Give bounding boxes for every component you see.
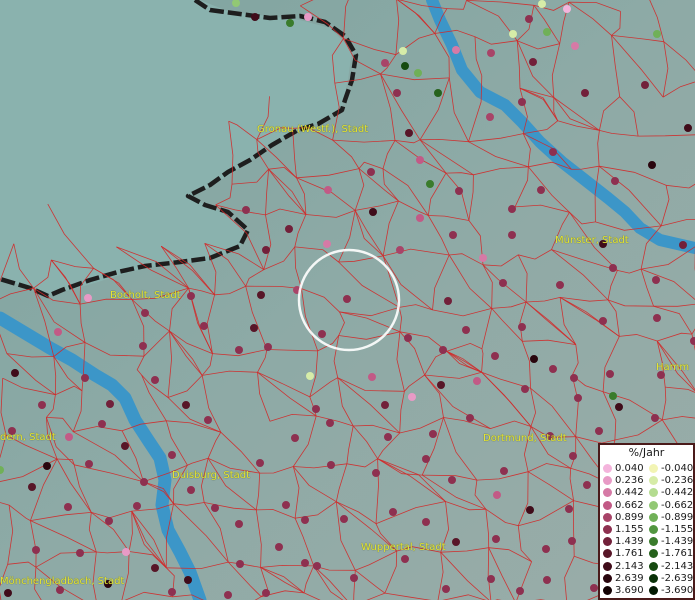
legend-row: 0.442 -0.442	[603, 487, 695, 498]
legend-row: 0.662 -0.662	[603, 500, 695, 511]
legend-swatch-positive	[603, 500, 612, 510]
legend-swatch-negative	[649, 537, 658, 547]
legend-row: 2.143 -2.143	[603, 561, 695, 572]
legend-title: %/Jahr	[628, 446, 665, 459]
legend-swatch-positive	[603, 537, 612, 547]
legend-value-negative: -0.662	[661, 499, 694, 511]
map-svg	[0, 0, 695, 600]
city-label-duisburg: Duisburg, Stadt	[172, 470, 251, 481]
legend-value-positive: 2.639	[615, 572, 644, 584]
legend-value-positive: 3.690	[615, 585, 644, 596]
legend-swatch-positive	[603, 512, 612, 522]
legend-value-positive: 0.040	[615, 463, 644, 474]
legend-value-negative: -0.236	[661, 475, 694, 487]
legend-row: 0.040 -0.040	[603, 463, 695, 474]
legend-swatch-positive	[603, 586, 612, 595]
legend-value-positive: 0.236	[615, 475, 644, 487]
legend-row: 2.639 -2.639	[603, 573, 695, 584]
legend-value-positive: 1.761	[615, 548, 644, 560]
legend-value-negative: -1.439	[661, 536, 694, 548]
legend-swatch-negative	[649, 500, 658, 510]
legend-swatch-positive	[603, 525, 612, 534]
legend-swatch-positive	[603, 561, 612, 571]
legend-swatch-negative	[649, 561, 658, 571]
legend-value-negative: -3.690	[661, 585, 694, 596]
legend-swatch-positive	[603, 464, 612, 473]
legend-value-negative: -0.442	[661, 487, 694, 499]
map-canvas[interactable]: Gronau (Westf.), Stadt Bocholt, Stadt Mü…	[0, 0, 695, 600]
legend-swatch-negative	[649, 586, 658, 595]
legend-value-negative: -2.639	[661, 572, 694, 584]
legend-value-negative: -0.899	[661, 511, 694, 523]
legend: %/Jahr 0.040 -0.040 0.236 -0.236 0.442 -0.442…	[598, 443, 695, 600]
legend-row: 3.690 -3.690	[603, 585, 695, 596]
legend-row: 1.761 -1.761	[603, 548, 695, 559]
legend-swatch-positive	[603, 476, 612, 486]
legend-row: 0.899 -0.899	[603, 512, 695, 523]
city-label-muenster: Münster, Stadt	[555, 235, 629, 246]
legend-swatch-negative	[649, 476, 658, 486]
city-label-krefeld: dern, Stadt	[0, 432, 56, 443]
legend-value-positive: 0.442	[615, 487, 644, 499]
legend-swatch-positive	[603, 549, 612, 559]
legend-row: 0.236 -0.236	[603, 475, 695, 486]
legend-row: 1.155 -1.155	[603, 524, 695, 535]
legend-value-positive: 1.439	[615, 536, 644, 548]
city-label-bocholt: Bocholt, Stadt	[110, 290, 181, 301]
legend-row: 1.439 -1.439	[603, 536, 695, 547]
legend-swatch-negative	[649, 464, 658, 473]
legend-swatch-negative	[649, 549, 658, 559]
legend-swatch-negative	[649, 573, 658, 583]
city-label-moenchengladbach: Mönchengladbach, Stadt	[0, 576, 125, 587]
legend-swatch-negative	[649, 512, 658, 522]
city-label-wuppertal: Wuppertal, Stadt	[361, 542, 446, 553]
legend-swatch-negative	[649, 488, 658, 498]
city-label-hamm: Hamm	[656, 362, 690, 373]
legend-swatch-negative	[649, 525, 658, 534]
legend-value-negative: -2.143	[661, 560, 694, 572]
legend-value-negative: -1.155	[661, 524, 694, 535]
legend-value-negative: -0.040	[661, 463, 694, 474]
city-label-gronau: Gronau (Westf.), Stadt	[257, 124, 369, 135]
legend-value-negative: -1.761	[661, 548, 694, 560]
legend-swatch-positive	[603, 573, 612, 583]
legend-value-positive: 0.662	[615, 499, 644, 511]
legend-value-positive: 1.155	[615, 524, 644, 535]
legend-swatch-positive	[603, 488, 612, 498]
city-label-dortmund: Dortmund, Stadt	[483, 433, 567, 444]
legend-value-positive: 2.143	[615, 560, 644, 572]
legend-value-positive: 0.899	[615, 511, 644, 523]
